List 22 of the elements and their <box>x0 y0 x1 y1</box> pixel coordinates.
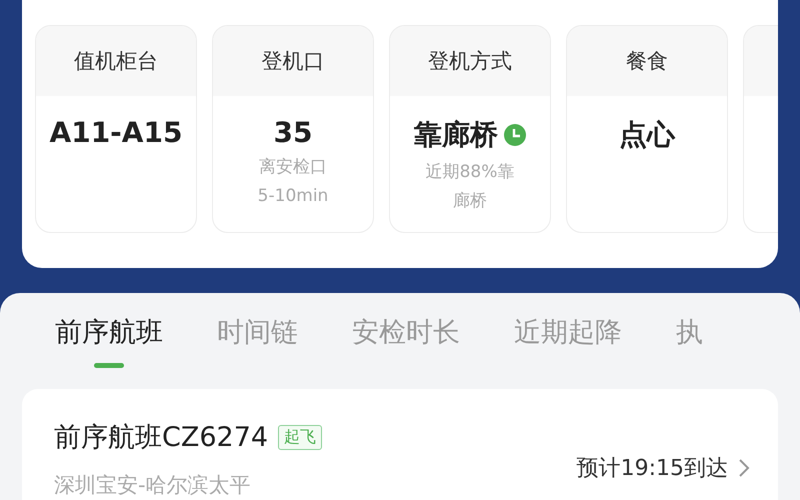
flight-card[interactable]: 前序航班CZ6274 起飞 深圳宝安-哈尔滨太平 预计19:15到达 <box>22 389 778 500</box>
tab[interactable]: 近期起降 <box>514 315 622 371</box>
card-note: 近期88%靠 廊桥 <box>426 161 514 213</box>
tab[interactable]: 安检时长 <box>352 315 460 371</box>
card-label: 值机柜台 <box>74 48 158 75</box>
status-badge: 起飞 <box>278 424 322 450</box>
arrival-link[interactable]: 预计19:15到达 <box>576 453 750 483</box>
flight-route: 深圳宝安-哈尔滨太平 <box>54 472 252 499</box>
card-label: 餐食 <box>626 48 668 75</box>
tab[interactable]: 时间链 <box>217 315 298 371</box>
card-value: 点心 <box>619 117 675 153</box>
card-value: A11-A15 <box>50 116 182 149</box>
card-value: 靠廊桥 <box>414 117 498 153</box>
chevron-icon <box>738 458 750 478</box>
card-note: 离安检口 5-10min <box>258 156 328 208</box>
card-label: 登机方式 <box>428 48 512 75</box>
tab[interactable]: 执 <box>676 315 703 371</box>
flight-title: 前序航班CZ6274 <box>54 421 268 455</box>
clock-icon <box>504 124 526 146</box>
card-value: 35 <box>274 116 312 149</box>
tab[interactable]: 前序航班 <box>55 315 163 371</box>
card-label: 登机口 <box>262 48 324 75</box>
